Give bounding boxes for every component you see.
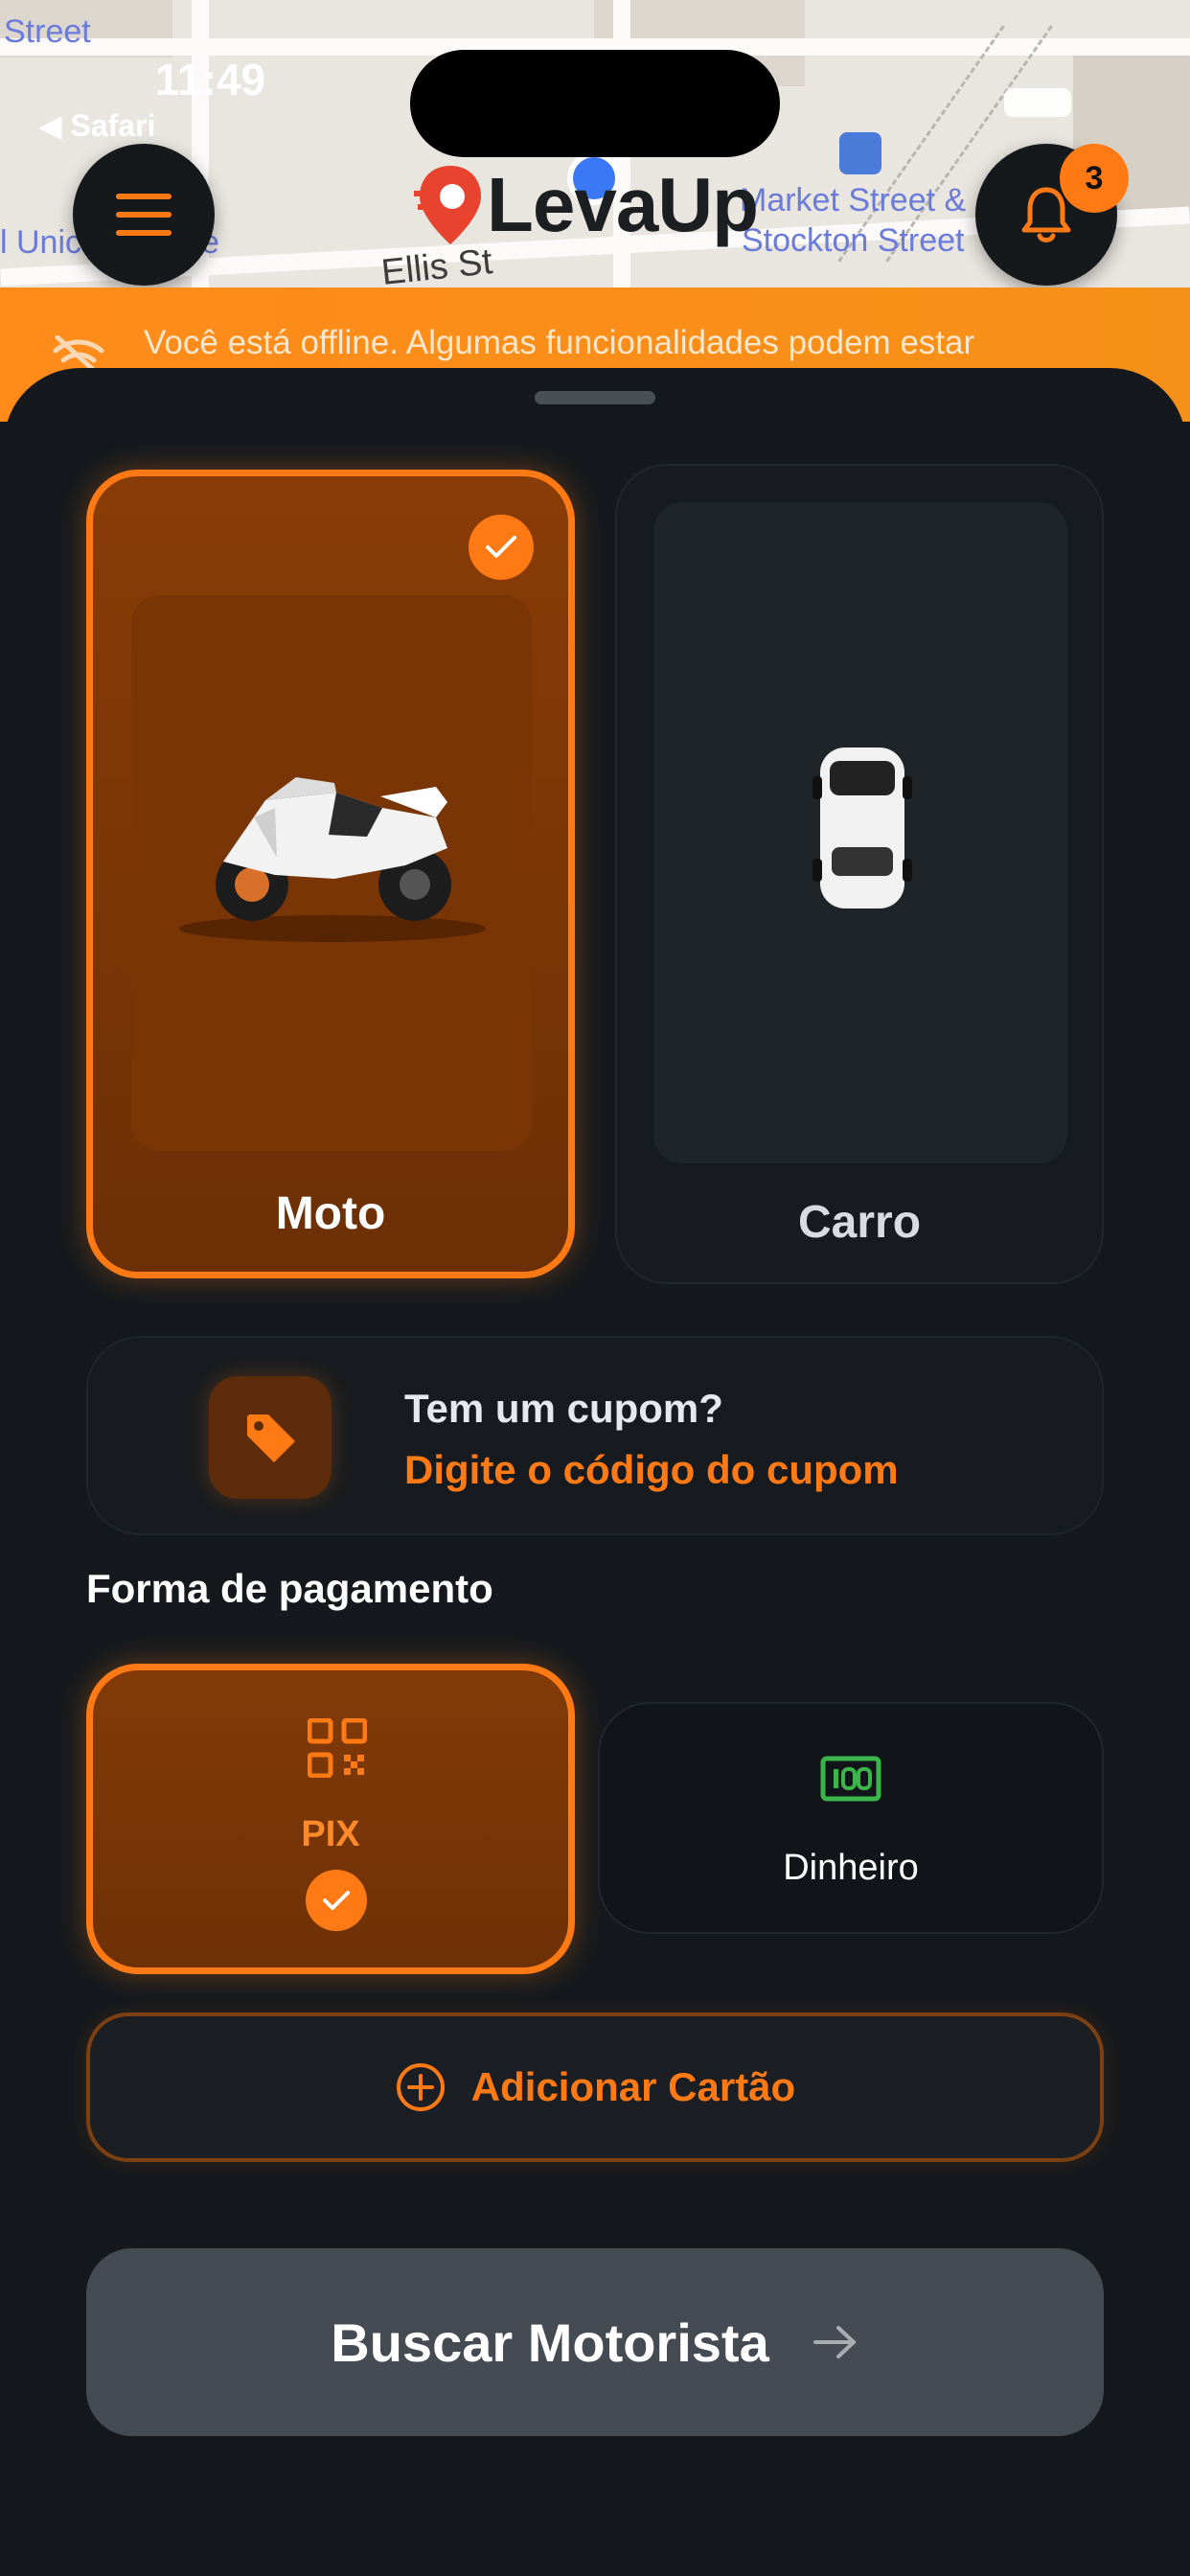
qr-code-icon bbox=[308, 1718, 367, 1778]
arrow-right-icon bbox=[812, 2326, 856, 2358]
search-driver-button[interactable]: Buscar Motorista bbox=[86, 2248, 1104, 2436]
back-to-safari[interactable]: ◀ Safari bbox=[38, 107, 155, 144]
coupon-icon-container bbox=[209, 1376, 332, 1499]
motorcycle-image bbox=[131, 595, 532, 1151]
motorcycle-icon bbox=[179, 777, 486, 942]
dynamic-island bbox=[410, 50, 780, 157]
vehicle-label-carro: Carro bbox=[797, 1197, 922, 1248]
car-image bbox=[653, 502, 1067, 1163]
map-label: Street bbox=[4, 13, 91, 50]
status-time: 11:49 bbox=[155, 55, 266, 104]
plus-circle-icon bbox=[396, 2063, 445, 2111]
vehicle-label-moto: Moto bbox=[275, 1188, 386, 1239]
payment-label-pix: PIX bbox=[301, 1814, 360, 1854]
vehicle-option-moto[interactable]: Moto bbox=[86, 470, 575, 1278]
map-label: Stockton Street bbox=[742, 222, 965, 259]
payment-option-dinheiro[interactable]: Dinheiro bbox=[598, 1702, 1104, 1934]
logo-pin-icon bbox=[414, 166, 481, 244]
map-label: Market Street & bbox=[740, 182, 967, 218]
app-logo: LevaUp bbox=[414, 161, 759, 249]
tag-icon bbox=[247, 1414, 295, 1462]
vehicle-option-carro[interactable]: Carro bbox=[615, 464, 1104, 1284]
notification-badge: 3 bbox=[1060, 144, 1129, 213]
search-driver-label: Buscar Motorista bbox=[331, 2312, 769, 2373]
payment-option-pix[interactable]: PIX bbox=[86, 1664, 575, 1974]
car-icon bbox=[812, 748, 912, 908]
logo-text: LevaUp bbox=[487, 162, 759, 247]
map-view[interactable]: Street l Unic e Ellis St Market Street &… bbox=[0, 0, 1190, 288]
add-card-button[interactable]: Adicionar Cartão bbox=[86, 2012, 1104, 2162]
menu-button[interactable] bbox=[73, 144, 215, 286]
coupon-code-link[interactable]: Digite o código do cupom bbox=[404, 1447, 899, 1493]
payment-section-title: Forma de pagamento bbox=[86, 1566, 493, 1611]
hamburger-icon bbox=[116, 194, 172, 236]
selected-check-icon bbox=[306, 1870, 367, 1931]
coupon-title: Tem um cupom? bbox=[404, 1386, 723, 1431]
selected-check-icon bbox=[469, 515, 534, 580]
offline-message: Você está offline. Algumas funcionalidad… bbox=[144, 324, 975, 361]
payment-label-dinheiro: Dinheiro bbox=[783, 1848, 919, 1888]
add-card-label: Adicionar Cartão bbox=[470, 2064, 796, 2109]
transit-station-icon bbox=[839, 132, 881, 174]
cash-icon bbox=[820, 1756, 881, 1802]
sheet-drag-handle[interactable] bbox=[535, 391, 655, 404]
map-label: l Unic bbox=[0, 224, 82, 261]
coupon-card[interactable]: Tem um cupom? Digite o código do cupom bbox=[86, 1336, 1104, 1535]
battery-icon bbox=[1004, 88, 1071, 117]
